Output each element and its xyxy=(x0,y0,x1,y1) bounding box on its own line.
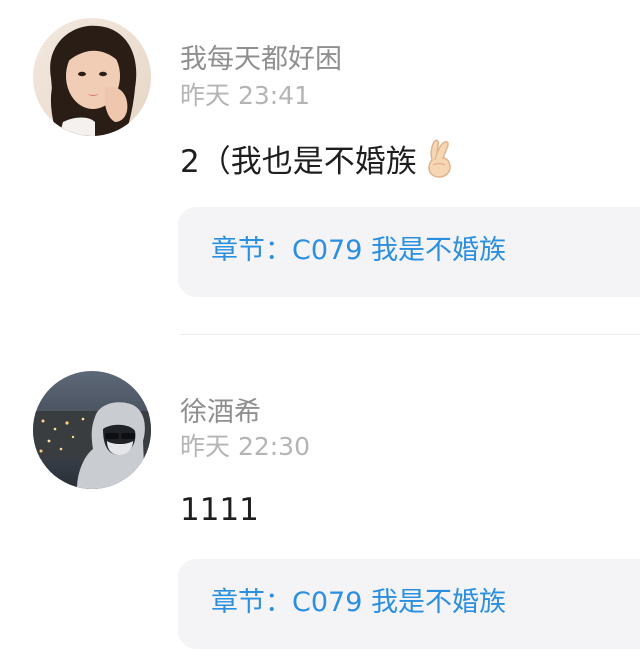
chapter-link-box[interactable]: 章节：C079 我是不婚族 xyxy=(178,207,640,297)
username[interactable]: 徐酒希 xyxy=(180,397,261,429)
timestamp: 昨天 23:41 xyxy=(180,81,310,110)
chapter-link[interactable]: 章节：C079 我是不婚族 xyxy=(211,233,506,269)
avatar-photo-girl xyxy=(33,18,151,136)
comment-item: 徐酒希 昨天 22:30 1111 章节：C079 我是不婚族 xyxy=(0,335,640,662)
timestamp: 昨天 22:30 xyxy=(180,432,310,461)
comment-text-content: 1111 xyxy=(180,492,259,528)
username[interactable]: 我每天都好困 xyxy=(180,44,342,76)
chapter-link[interactable]: 章节：C079 我是不婚族 xyxy=(211,585,506,621)
comment-text: 2（我也是不婚族 xyxy=(180,138,455,188)
comment-text-content: 2（我也是不婚族 xyxy=(180,144,417,180)
comment-item: 我每天都好困 昨天 23:41 2（我也是不婚族 章节：C079 我是不婚族 xyxy=(0,0,640,335)
chapter-link-box[interactable]: 章节：C079 我是不婚族 xyxy=(178,559,640,649)
avatar[interactable] xyxy=(33,18,151,136)
crossed-fingers-icon xyxy=(423,138,455,188)
avatar[interactable] xyxy=(33,371,151,489)
comment-text: 1111 xyxy=(180,490,259,530)
avatar-photo-hooded-figure xyxy=(33,371,151,489)
